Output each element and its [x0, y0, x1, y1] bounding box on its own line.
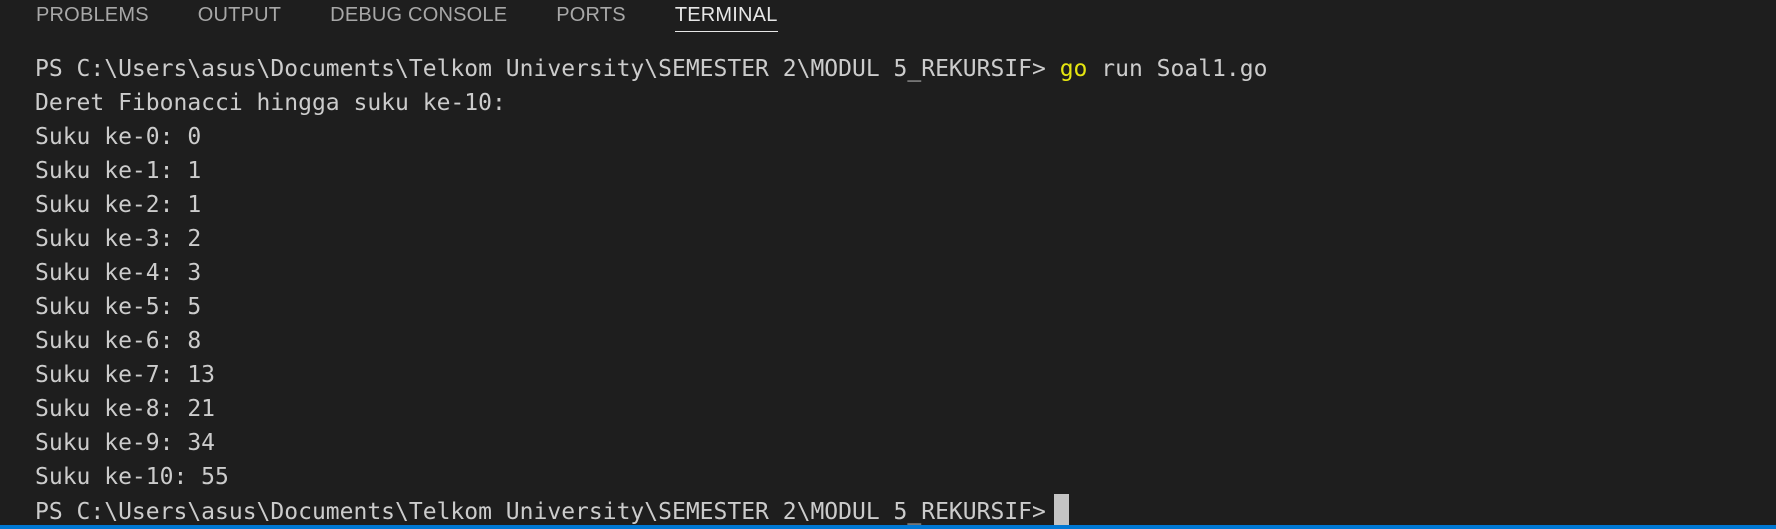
focus-border — [0, 525, 1776, 529]
output-line: Suku ke-2: 1 — [35, 192, 202, 218]
output-line: Suku ke-4: 3 — [35, 260, 202, 286]
output-line: Suku ke-3: 2 — [35, 226, 202, 252]
output-line: Suku ke-5: 5 — [35, 294, 202, 320]
tab-problems[interactable]: PROBLEMS — [36, 0, 149, 32]
terminal-output[interactable]: PS C:\Users\asus\Documents\Telkom Univer… — [35, 52, 1267, 528]
command-args: run Soal1.go — [1101, 56, 1268, 82]
output-line: Suku ke-9: 34 — [35, 430, 216, 456]
output-line: Suku ke-10: 55 — [35, 464, 229, 490]
tab-output[interactable]: OUTPUT — [198, 0, 281, 32]
output-line: Suku ke-1: 1 — [35, 158, 202, 184]
output-line: Suku ke-7: 13 — [35, 362, 216, 388]
prompt: PS C:\Users\asus\Documents\Telkom Univer… — [35, 56, 1046, 82]
tab-debug-console[interactable]: DEBUG CONSOLE — [330, 0, 507, 32]
command-keyword: go — [1059, 56, 1088, 82]
final-prompt: PS C:\Users\asus\Documents\Telkom Univer… — [35, 499, 1046, 525]
final-prompt-line[interactable]: PS C:\Users\asus\Documents\Telkom Univer… — [35, 494, 1267, 528]
tab-ports[interactable]: PORTS — [556, 0, 626, 32]
terminal-panel: PROBLEMS OUTPUT DEBUG CONSOLE PORTS TERM… — [0, 0, 1776, 529]
output-line: Suku ke-8: 21 — [35, 396, 216, 422]
output-line: Suku ke-6: 8 — [35, 328, 202, 354]
text-cursor — [1053, 494, 1069, 526]
tab-terminal[interactable]: TERMINAL — [674, 0, 778, 32]
output-line: Deret Fibonacci hingga suku ke-10: — [35, 90, 506, 116]
panel-tab-bar: PROBLEMS OUTPUT DEBUG CONSOLE PORTS TERM… — [0, 0, 827, 40]
output-line: Suku ke-0: 0 — [35, 124, 202, 150]
command-line: PS C:\Users\asus\Documents\Telkom Univer… — [35, 52, 1267, 86]
